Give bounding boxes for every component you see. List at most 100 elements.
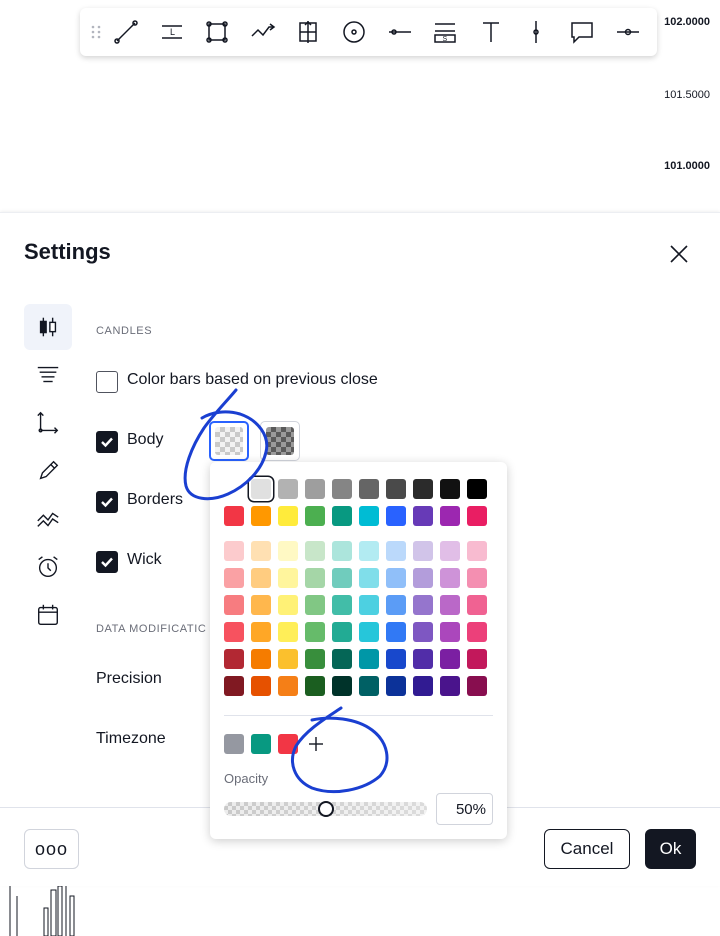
tool-button[interactable]: L [152,12,192,52]
color-swatch[interactable] [278,541,298,561]
tool-button[interactable] [516,12,556,52]
color-swatch[interactable] [305,568,325,588]
color-swatch[interactable] [251,622,271,642]
color-swatch[interactable] [251,568,271,588]
color-bars-checkbox[interactable] [96,371,118,393]
color-swatch[interactable] [386,568,406,588]
tool-button[interactable] [562,12,602,52]
color-swatch[interactable] [413,568,433,588]
opacity-input[interactable]: 50% [436,793,493,825]
color-bars-label[interactable]: Color bars based on previous close [127,371,378,389]
color-swatch[interactable] [467,622,487,642]
wick-label[interactable]: Wick [127,551,162,569]
color-swatch[interactable] [251,595,271,615]
color-swatch[interactable] [467,649,487,669]
color-swatch[interactable] [278,506,298,526]
settings-tab[interactable] [24,448,72,494]
color-swatch[interactable] [440,568,460,588]
color-swatch[interactable] [305,541,325,561]
color-swatch[interactable] [359,676,379,696]
color-swatch[interactable] [413,649,433,669]
cancel-button[interactable]: Cancel [544,829,630,869]
color-swatch[interactable] [440,622,460,642]
color-swatch[interactable] [359,622,379,642]
tool-button[interactable] [608,12,648,52]
color-swatch[interactable] [413,479,433,499]
color-swatch[interactable] [224,568,244,588]
settings-tab[interactable] [24,352,72,398]
color-swatch[interactable] [386,649,406,669]
tool-button[interactable] [197,12,237,52]
tool-button[interactable] [334,12,374,52]
body-down-color-swatch[interactable] [260,421,300,461]
color-swatch[interactable] [386,479,406,499]
color-swatch[interactable] [332,622,352,642]
color-swatch[interactable] [413,622,433,642]
color-swatch[interactable] [467,595,487,615]
color-swatch[interactable] [332,541,352,561]
color-swatch[interactable] [332,568,352,588]
custom-color-swatch[interactable] [251,734,271,754]
color-swatch[interactable] [359,649,379,669]
color-swatch[interactable] [440,595,460,615]
body-label[interactable]: Body [127,431,163,449]
color-swatch[interactable] [224,479,244,499]
color-swatch[interactable] [413,541,433,561]
tool-button[interactable] [106,12,146,52]
color-swatch[interactable] [224,506,244,526]
color-swatch[interactable] [305,649,325,669]
ok-button[interactable]: Ok [645,829,696,869]
color-swatch[interactable] [305,595,325,615]
color-swatch[interactable] [278,595,298,615]
borders-checkbox[interactable] [96,491,118,513]
color-swatch[interactable] [278,568,298,588]
color-swatch[interactable] [332,595,352,615]
color-swatch[interactable] [332,506,352,526]
color-swatch[interactable] [251,479,271,499]
color-swatch[interactable] [440,676,460,696]
color-swatch[interactable] [467,568,487,588]
color-swatch[interactable] [359,541,379,561]
color-swatch[interactable] [224,622,244,642]
color-swatch[interactable] [467,676,487,696]
tool-button[interactable] [380,12,420,52]
color-swatch[interactable] [278,479,298,499]
color-swatch[interactable] [251,649,271,669]
color-swatch[interactable] [332,649,352,669]
color-swatch[interactable] [251,541,271,561]
add-custom-color-button[interactable] [304,732,328,756]
color-swatch[interactable] [359,506,379,526]
color-swatch[interactable] [440,506,460,526]
custom-color-swatch[interactable] [278,734,298,754]
color-swatch[interactable] [413,506,433,526]
more-options-button[interactable]: ooo [24,829,79,869]
color-swatch[interactable] [386,506,406,526]
color-swatch[interactable] [224,649,244,669]
color-swatch[interactable] [305,676,325,696]
color-swatch[interactable] [413,676,433,696]
color-swatch[interactable] [467,479,487,499]
tool-button[interactable] [288,12,328,52]
color-swatch[interactable] [359,568,379,588]
color-swatch[interactable] [359,479,379,499]
color-swatch[interactable] [305,479,325,499]
wick-checkbox[interactable] [96,551,118,573]
settings-tab[interactable] [24,304,72,350]
color-swatch[interactable] [386,595,406,615]
color-swatch[interactable] [332,479,352,499]
color-swatch[interactable] [467,506,487,526]
color-swatch[interactable] [332,676,352,696]
color-swatch[interactable] [440,479,460,499]
color-swatch[interactable] [386,676,406,696]
color-swatch[interactable] [359,595,379,615]
color-swatch[interactable] [440,541,460,561]
color-swatch[interactable] [413,595,433,615]
color-swatch[interactable] [224,541,244,561]
color-swatch[interactable] [305,622,325,642]
settings-tab[interactable] [24,400,72,446]
color-swatch[interactable] [251,506,271,526]
color-swatch[interactable] [467,541,487,561]
color-swatch[interactable] [386,622,406,642]
drag-handle-icon[interactable] [86,12,106,52]
custom-color-swatch[interactable] [224,734,244,754]
